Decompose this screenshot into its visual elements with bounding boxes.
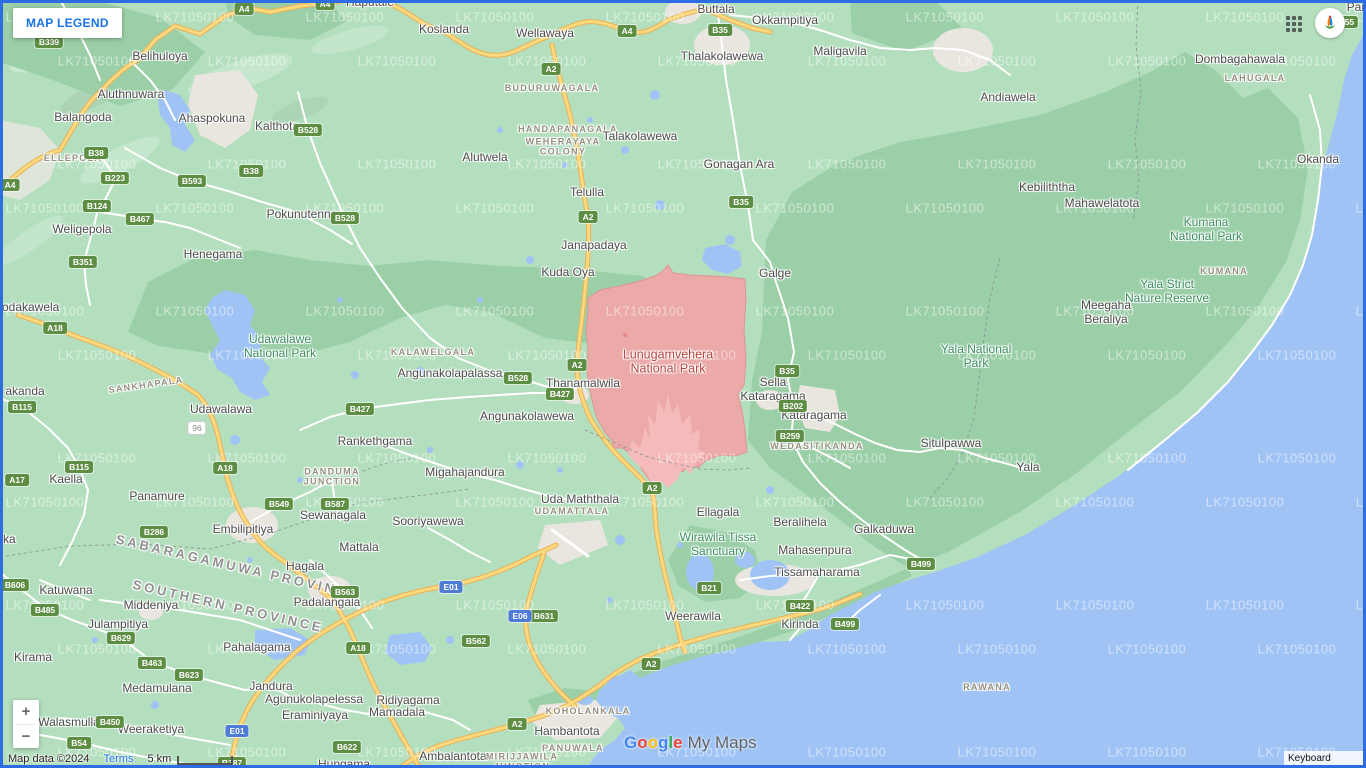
scale-control: 5 km [147,753,233,765]
my-maps-label: My Maps [688,733,757,753]
zoom-control: + − [13,700,39,748]
attribution-bar: Map data ©2024 Terms 5 km [8,753,233,765]
google-my-maps-wordmark[interactable]: Google My Maps [624,733,757,753]
google-logo: Google [624,733,683,753]
zoom-in-button[interactable]: + [13,700,39,724]
map-canvas[interactable] [0,0,1366,768]
terms-link[interactable]: Terms [104,753,134,765]
brand-logo-icon [1315,8,1345,38]
keyboard-shortcuts-button[interactable]: Keyboard shortcuts [1284,751,1366,768]
scale-label: 5 km [147,753,171,765]
map-stage: LK71050100LK71050100LK71050100LK71050100… [0,0,1366,768]
scale-bar [177,756,233,765]
map-legend-button[interactable]: MAP LEGEND [13,8,122,38]
grid-icon[interactable] [1286,16,1303,33]
map-data-text: Map data ©2024 [8,753,90,765]
zoom-out-button[interactable]: − [13,725,39,749]
